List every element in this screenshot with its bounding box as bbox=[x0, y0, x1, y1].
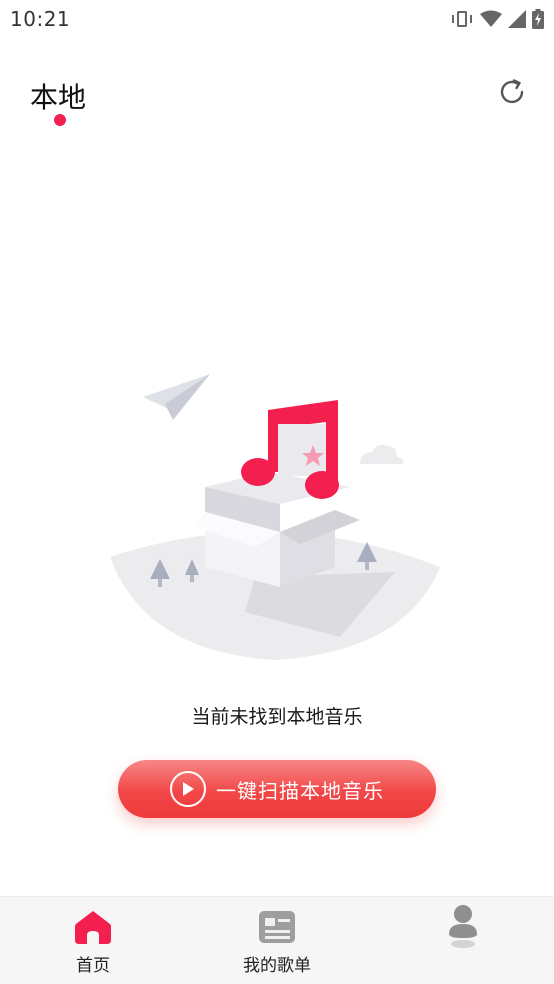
header: 本地 bbox=[0, 60, 554, 140]
play-circle-icon bbox=[170, 771, 206, 807]
tab-home-label: 首页 bbox=[76, 956, 110, 976]
tab-profile[interactable] bbox=[428, 897, 498, 984]
scan-local-music-button[interactable]: 一键扫描本地音乐 bbox=[118, 760, 436, 818]
status-time: 10:21 bbox=[10, 7, 71, 31]
home-icon bbox=[73, 907, 113, 947]
wifi-icon bbox=[480, 10, 502, 28]
title-indicator-dot bbox=[54, 114, 66, 126]
signal-icon bbox=[508, 10, 526, 28]
tab-my-playlists-label: 我的歌单 bbox=[243, 956, 311, 976]
music-box-illustration bbox=[105, 362, 445, 662]
empty-state-message: 当前未找到本地音乐 bbox=[191, 706, 363, 728]
refresh-icon bbox=[497, 77, 527, 111]
page-title: 本地 bbox=[30, 81, 87, 114]
status-icons bbox=[450, 9, 544, 29]
bottom-tab-bar: 首页 我的歌单 bbox=[0, 896, 554, 984]
playlist-icon bbox=[257, 907, 297, 947]
status-bar: 10:21 bbox=[0, 0, 554, 40]
profile-icon bbox=[443, 905, 483, 948]
vibrate-icon bbox=[450, 9, 474, 29]
battery-charging-icon bbox=[532, 9, 544, 29]
tab-home[interactable]: 首页 bbox=[58, 897, 128, 984]
scan-button-label: 一键扫描本地音乐 bbox=[216, 778, 384, 803]
tab-my-playlists[interactable]: 我的歌单 bbox=[232, 897, 322, 984]
refresh-button[interactable] bbox=[496, 78, 528, 110]
